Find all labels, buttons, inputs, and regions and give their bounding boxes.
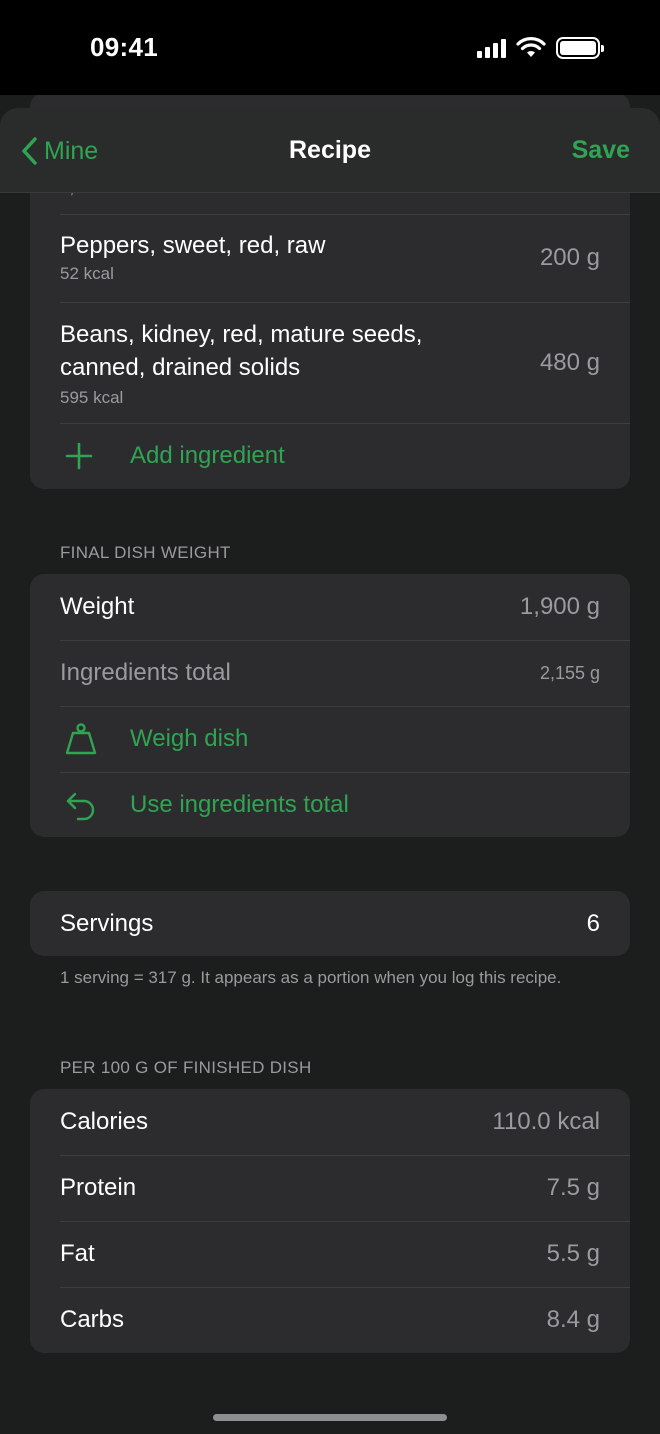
nutrition-header: PER 100 G OF FINISHED DISH: [60, 1058, 312, 1077]
plus-icon: [64, 441, 104, 471]
nutrition-row-carbs: Carbs 8.4 g: [30, 1287, 630, 1353]
nutrition-row-fat: Fat 5.5 g: [30, 1221, 630, 1287]
ingredients-total-row: Ingredients total 2,155 g: [30, 640, 630, 706]
servings-row[interactable]: Servings 6: [30, 891, 630, 956]
ingredients-total-label: Ingredients total: [60, 659, 231, 686]
weigh-dish-button[interactable]: Weigh dish: [30, 706, 630, 772]
nutrition-row-protein: Protein 7.5 g: [30, 1155, 630, 1221]
ingredient-weight: 200 g: [539, 244, 600, 271]
signal-icon: [477, 38, 506, 58]
nutrient-value: 110.0 kcal: [492, 1108, 600, 1135]
nav-bar: Mine Recipe Save: [0, 108, 660, 193]
ingredients-total-value: 2,155 g: [539, 662, 600, 683]
use-ingredients-total-label: Use ingredients total: [130, 790, 349, 818]
final-weight-card: Weight 1,900 g Ingredients total 2,155 g…: [30, 574, 630, 837]
weight-label: Weight: [60, 593, 135, 620]
ingredient-row[interactable]: Beans, kidney, red, mature seeds, canned…: [30, 302, 630, 423]
ingredient-name: Peppers, sweet, red, raw: [60, 232, 326, 259]
status-icons: [477, 35, 604, 61]
weight-value: 1,900 g: [519, 593, 600, 620]
servings-note: 1 serving = 317 g. It appears as a porti…: [60, 968, 562, 987]
nutrient-label: Calories: [60, 1108, 149, 1135]
ingredient-name-line1: Beans, kidney, red, mature seeds,: [60, 320, 423, 348]
status-time: 09:41: [90, 32, 158, 62]
final-weight-header: FINAL DISH WEIGHT: [60, 543, 231, 562]
ingredient-weight: 480 g: [539, 348, 600, 376]
ingredient-kcal: 52 kcal: [60, 264, 114, 283]
wifi-icon: [516, 37, 546, 57]
ingredient-kcal: 595 kcal: [60, 387, 124, 407]
screen: 09:41 Mine Recipe Save 1,092 kcal: [0, 0, 660, 1434]
nutrition-row-calories: Calories 110.0 kcal: [30, 1089, 630, 1155]
add-ingredient-button[interactable]: Add ingredient: [30, 423, 630, 489]
nutrient-value: 5.5 g: [546, 1240, 600, 1267]
ingredient-text: Peppers, sweet, red, raw 52 kcal: [60, 232, 325, 284]
nutrient-label: Carbs: [60, 1306, 125, 1333]
scale-icon: [64, 722, 104, 756]
nutrient-label: Fat: [60, 1240, 95, 1267]
servings-card: Servings 6: [30, 891, 630, 956]
nutrition-card: Calories 110.0 kcal Protein 7.5 g Fat 5.…: [30, 1089, 630, 1353]
weight-row[interactable]: Weight 1,900 g: [30, 574, 630, 640]
save-button[interactable]: Save: [572, 136, 630, 165]
ingredient-name-line2: canned, drained solids: [60, 353, 301, 381]
status-bar: 09:41: [0, 0, 660, 95]
page-title: Recipe: [289, 136, 371, 164]
nutrient-value: 7.5 g: [546, 1174, 600, 1201]
battery-icon: [556, 37, 604, 59]
add-ingredient-label: Add ingredient: [130, 442, 285, 469]
servings-label: Servings: [60, 909, 154, 937]
weigh-dish-label: Weigh dish: [130, 725, 249, 752]
undo-arrow-icon: [64, 788, 104, 822]
nutrient-value: 8.4 g: [546, 1306, 600, 1333]
servings-value: 6: [586, 909, 600, 937]
home-indicator: [213, 1414, 447, 1421]
ingredient-text: Beans, kidney, red, mature seeds, canned…: [60, 318, 422, 408]
ingredient-row[interactable]: Peppers, sweet, red, raw 52 kcal 200 g: [30, 214, 630, 302]
use-ingredients-total-button[interactable]: Use ingredients total: [30, 772, 630, 837]
nutrient-label: Protein: [60, 1174, 137, 1201]
